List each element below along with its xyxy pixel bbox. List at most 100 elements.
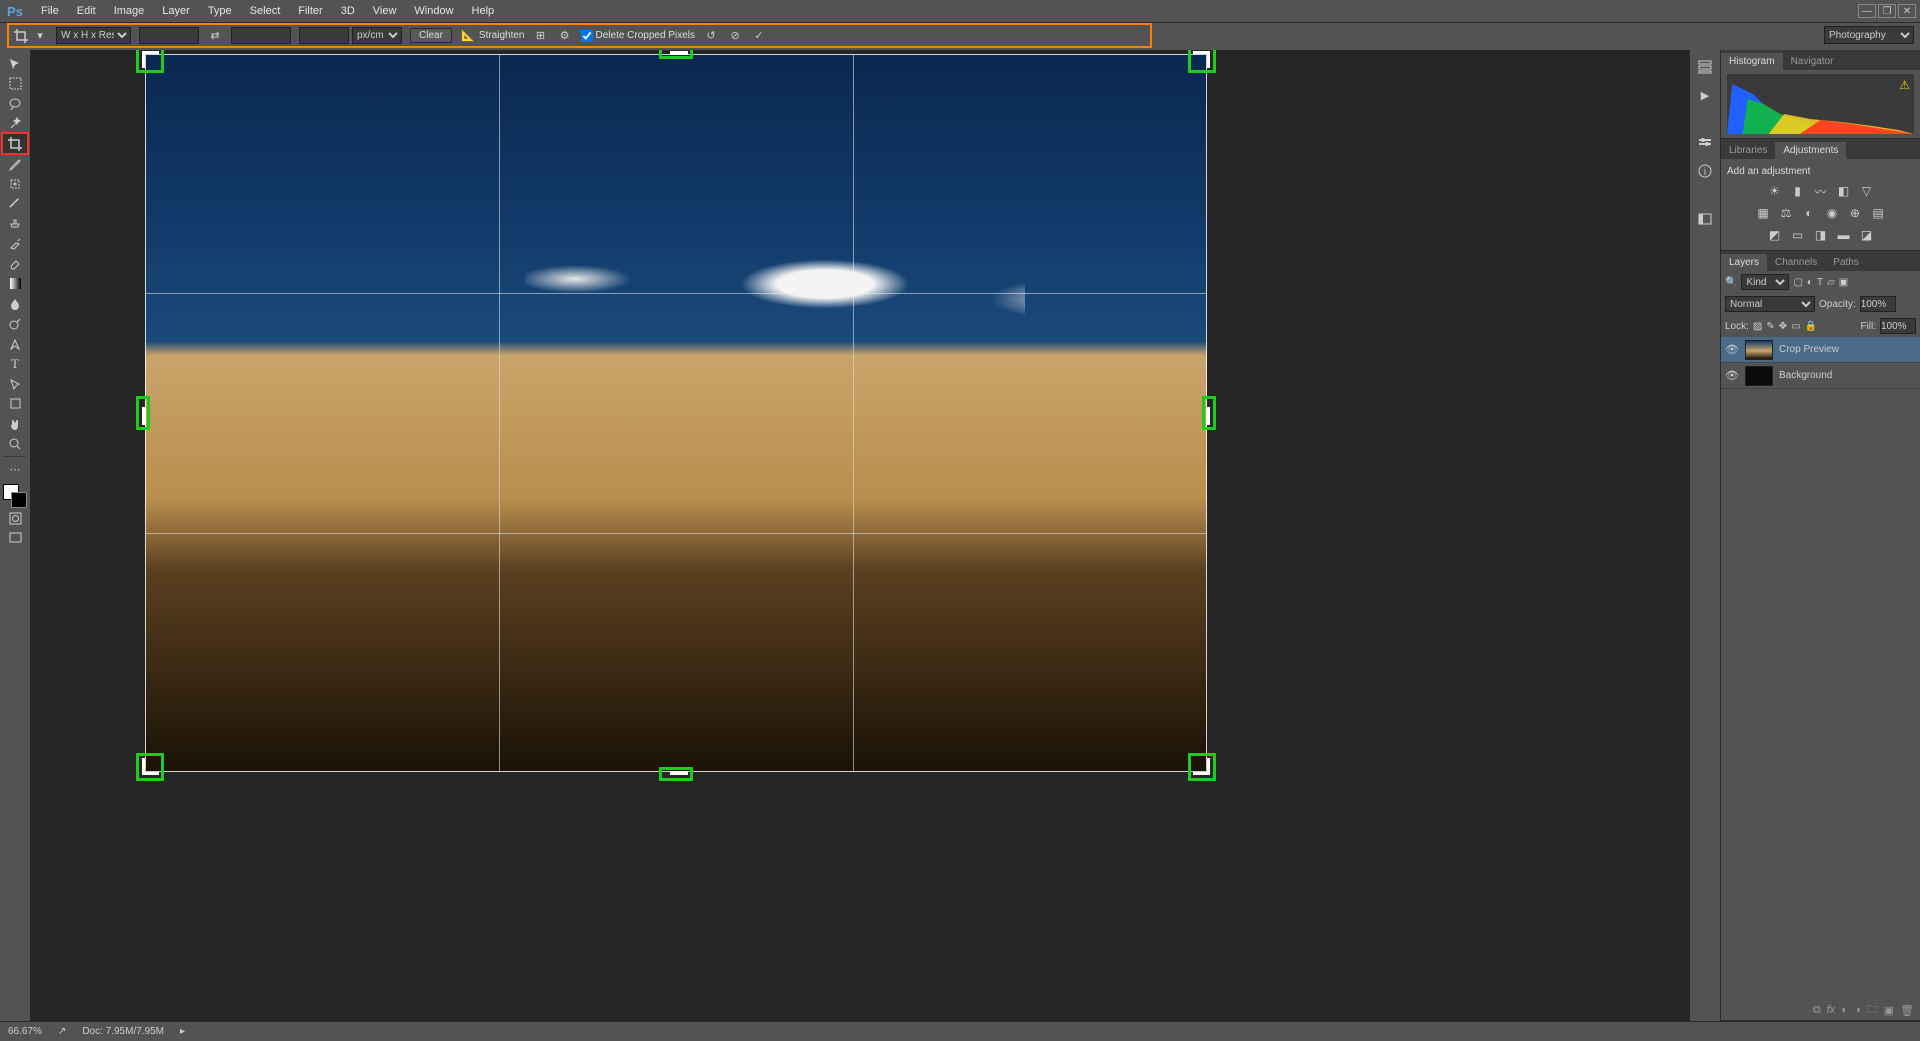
layer-filter-select[interactable]: Kind: [1741, 274, 1789, 290]
magic-wand-tool[interactable]: [3, 114, 27, 133]
swap-dimensions-icon[interactable]: ⇄: [207, 28, 223, 44]
doc-info-arrow-icon[interactable]: ▸: [180, 1026, 185, 1037]
opacity-input[interactable]: [1860, 296, 1896, 312]
zoom-tool[interactable]: [3, 434, 27, 453]
gradient-tool[interactable]: [3, 274, 27, 293]
histogram-warning-icon[interactable]: ⚠: [1899, 78, 1910, 92]
marquee-tool[interactable]: [3, 74, 27, 93]
layer-thumbnail[interactable]: [1745, 340, 1773, 360]
healing-brush-tool[interactable]: [3, 174, 27, 193]
menu-select[interactable]: Select: [241, 0, 290, 22]
new-layer-icon[interactable]: ▣: [1884, 1004, 1894, 1017]
lock-artboard-icon[interactable]: ▭: [1791, 321, 1800, 332]
zoom-level[interactable]: 66.67%: [8, 1026, 42, 1037]
crop-handle-bottom-right[interactable]: [1188, 753, 1216, 781]
canvas-area[interactable]: [30, 50, 1690, 1021]
info-panel-icon[interactable]: i: [1694, 160, 1716, 182]
layer-thumbnail[interactable]: [1745, 366, 1773, 386]
lock-position-icon[interactable]: ✥: [1779, 321, 1787, 332]
shape-tool[interactable]: [3, 394, 27, 413]
filter-shape-icon[interactable]: ▱: [1827, 277, 1835, 288]
quick-mask-icon[interactable]: [3, 509, 27, 528]
hue-saturation-icon[interactable]: ▦: [1754, 205, 1772, 221]
crop-settings-icon[interactable]: ⚙: [557, 28, 573, 44]
menu-filter[interactable]: Filter: [289, 0, 331, 22]
tab-libraries[interactable]: Libraries: [1721, 142, 1775, 159]
actions-panel-icon[interactable]: ▶: [1694, 84, 1716, 106]
type-tool[interactable]: T: [3, 354, 27, 373]
menu-window[interactable]: Window: [405, 0, 462, 22]
crop-height-input[interactable]: [231, 27, 291, 44]
fill-input[interactable]: [1880, 318, 1916, 334]
gradient-map-icon[interactable]: ▬: [1835, 227, 1853, 243]
document-canvas[interactable]: [145, 54, 1207, 772]
dodge-tool[interactable]: [3, 314, 27, 333]
filter-smart-icon[interactable]: ▣: [1839, 277, 1848, 288]
crop-overlay[interactable]: [145, 54, 1207, 772]
delete-layer-icon[interactable]: 🗑: [1900, 1004, 1914, 1017]
edit-toolbar-icon[interactable]: ⋯: [3, 460, 27, 479]
brush-tool[interactable]: [3, 194, 27, 213]
crop-units-select[interactable]: px/cm: [352, 27, 402, 44]
exposure-icon[interactable]: ◧: [1835, 183, 1853, 199]
channel-mixer-icon[interactable]: ⊕: [1846, 205, 1864, 221]
crop-handle-top-mid[interactable]: [659, 50, 693, 59]
crop-preset-dropdown-icon[interactable]: ▾: [32, 28, 48, 44]
tab-navigator[interactable]: Navigator: [1783, 53, 1842, 70]
blend-mode-select[interactable]: Normal: [1725, 296, 1815, 312]
color-lookup-icon[interactable]: ▤: [1869, 205, 1887, 221]
workspace-select[interactable]: Photography: [1824, 26, 1914, 44]
move-tool[interactable]: [3, 54, 27, 73]
layer-row[interactable]: 👁 Crop Preview: [1721, 337, 1920, 363]
history-brush-tool[interactable]: [3, 234, 27, 253]
window-close-icon[interactable]: ✕: [1898, 4, 1916, 18]
tab-adjustments[interactable]: Adjustments: [1775, 142, 1846, 159]
crop-tool-icon[interactable]: [13, 28, 29, 44]
screen-mode-icon[interactable]: [3, 529, 27, 548]
link-layers-icon[interactable]: ⧉: [1813, 1004, 1821, 1017]
crop-preset-select[interactable]: W x H x Res...: [56, 27, 131, 44]
cancel-crop-icon[interactable]: ⊘: [727, 28, 743, 44]
layer-visibility-icon[interactable]: 👁: [1725, 343, 1739, 356]
tab-channels[interactable]: Channels: [1767, 254, 1825, 271]
crop-width-input[interactable]: [139, 27, 199, 44]
lock-transparent-icon[interactable]: ▨: [1753, 321, 1762, 332]
filter-adjust-icon[interactable]: ◐: [1807, 277, 1813, 288]
blur-tool[interactable]: [3, 294, 27, 313]
menu-image[interactable]: Image: [105, 0, 154, 22]
eraser-tool[interactable]: [3, 254, 27, 273]
vibrance-icon[interactable]: ▽: [1858, 183, 1876, 199]
overlay-grid-icon[interactable]: ⊞: [533, 28, 549, 44]
tab-layers[interactable]: Layers: [1721, 254, 1767, 271]
history-panel-icon[interactable]: [1694, 56, 1716, 78]
selective-color-icon[interactable]: ◪: [1858, 227, 1876, 243]
filter-type-icon[interactable]: T: [1817, 277, 1823, 288]
doc-size[interactable]: Doc: 7.95M/7.95M: [82, 1026, 164, 1037]
reset-crop-icon[interactable]: ↺: [703, 28, 719, 44]
lock-pixels-icon[interactable]: ✎: [1766, 321, 1774, 332]
menu-edit[interactable]: Edit: [68, 0, 105, 22]
tab-histogram[interactable]: Histogram: [1721, 53, 1783, 70]
properties-panel-icon[interactable]: [1694, 132, 1716, 154]
new-group-icon[interactable]: 🗀: [1867, 1001, 1878, 1020]
crop-resolution-input[interactable]: [299, 27, 349, 44]
hand-tool[interactable]: [3, 414, 27, 433]
lock-all-icon[interactable]: 🔒: [1805, 321, 1817, 332]
threshold-icon[interactable]: ◨: [1812, 227, 1830, 243]
straighten-label[interactable]: Straighten: [479, 30, 525, 41]
zoom-popup-icon[interactable]: ↗: [58, 1026, 66, 1037]
ruler-icon[interactable]: 📐: [460, 28, 476, 44]
photo-filter-icon[interactable]: ◉: [1823, 205, 1841, 221]
layer-visibility-icon[interactable]: 👁: [1725, 369, 1739, 382]
crop-tool[interactable]: [3, 134, 27, 153]
collapse-panels-icon[interactable]: [1694, 208, 1716, 230]
curves-icon[interactable]: 〰: [1812, 183, 1830, 199]
color-balance-icon[interactable]: ⚖: [1777, 205, 1795, 221]
window-maximize-icon[interactable]: ❐: [1878, 4, 1896, 18]
crop-handle-mid-right[interactable]: [1202, 396, 1216, 430]
layer-mask-icon[interactable]: ◐: [1841, 1004, 1848, 1016]
crop-handle-bottom-left[interactable]: [136, 753, 164, 781]
black-white-icon[interactable]: ◐: [1800, 205, 1818, 221]
color-swatches[interactable]: [3, 484, 27, 508]
menu-layer[interactable]: Layer: [153, 0, 199, 22]
